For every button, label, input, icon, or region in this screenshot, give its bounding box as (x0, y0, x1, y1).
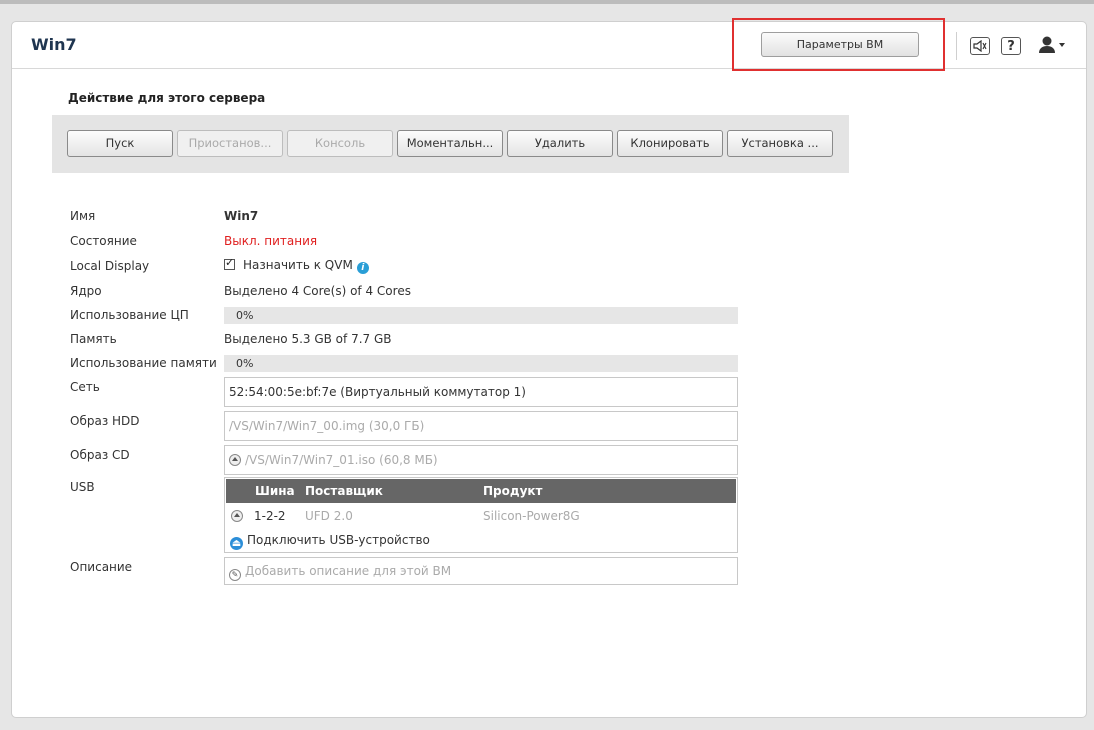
hdd-field[interactable]: /VS/Win7/Win7_00.img (30,0 ГБ) (224, 411, 738, 441)
connect-usb-link[interactable]: ⏏ Подключить USB-устройство (230, 529, 430, 551)
memory-value: Выделено 5.3 GB of 7.7 GB (224, 332, 392, 346)
network-field[interactable]: 52:54:00:5e:bf:7e (Виртуальный коммутато… (224, 377, 738, 407)
local-display-option: Назначить к QVMi (224, 256, 369, 274)
cd-field[interactable]: /VS/Win7/Win7_01.iso (60,8 МБ) (224, 445, 738, 475)
local-display-label: Local Display (70, 259, 150, 273)
help-icon[interactable]: ? (1001, 37, 1021, 55)
user-menu-icon[interactable] (1038, 35, 1068, 58)
usb-col-bus: Шина (255, 484, 295, 498)
eject-icon[interactable] (229, 454, 241, 466)
header-divider (956, 32, 957, 60)
speaker-icon[interactable] (970, 37, 990, 55)
suspend-button[interactable]: Приостанов... (177, 130, 283, 157)
console-button[interactable]: Консоль (287, 130, 393, 157)
assign-qvm-label: Назначить к QVM (243, 258, 353, 272)
memory-label: Память (70, 332, 117, 346)
hdd-label: Образ HDD (70, 414, 140, 428)
add-usb-icon: ⏏ (230, 537, 243, 550)
cd-value: /VS/Win7/Win7_01.iso (60,8 МБ) (245, 453, 438, 467)
install-button[interactable]: Установка ... (727, 130, 833, 157)
state-value: Выкл. питания (224, 234, 318, 248)
usb-vendor: UFD 2.0 (305, 509, 353, 523)
vm-title: Win7 (31, 35, 77, 54)
pencil-icon: ✎ (229, 569, 241, 581)
usb-table: Шина Поставщик Продукт 1-2-2 UFD 2.0 Sil… (224, 477, 738, 553)
usb-col-vendor: Поставщик (305, 484, 383, 498)
clone-button[interactable]: Клонировать (617, 130, 723, 157)
cpu-usage-bar: 0% (224, 307, 738, 324)
description-field[interactable]: ✎ Добавить описание для этой ВМ (224, 557, 738, 585)
name-value: Win7 (224, 209, 259, 223)
info-icon[interactable]: i (356, 262, 369, 274)
name-label: Имя (70, 209, 96, 223)
start-button[interactable]: Пуск (67, 130, 173, 157)
vm-settings-button[interactable]: Параметры ВМ (761, 32, 919, 57)
state-label: Состояние (70, 234, 137, 248)
connect-usb-label: Подключить USB-устройство (247, 533, 430, 547)
actions-title: Действие для этого сервера (68, 91, 266, 105)
vm-panel: Win7 Параметры ВМ ? Действие для этого с… (11, 18, 1087, 718)
network-label: Сеть (70, 380, 100, 394)
usb-col-product: Продукт (483, 484, 543, 498)
top-border (0, 0, 1094, 4)
action-toolbar: Пуск Приостанов... Консоль Моментальн...… (52, 115, 849, 173)
cd-label: Образ CD (70, 448, 130, 462)
mem-usage-label: Использование памяти (70, 356, 217, 370)
core-label: Ядро (70, 284, 102, 298)
usb-table-header: Шина Поставщик Продукт (226, 479, 736, 503)
description-label: Описание (70, 560, 133, 574)
eject-icon[interactable] (231, 510, 243, 522)
cpu-usage-label: Использование ЦП (70, 308, 189, 322)
assign-qvm-checkbox[interactable] (224, 256, 235, 270)
mem-usage-bar: 0% (224, 355, 738, 372)
panel-header: Win7 Параметры ВМ ? (12, 18, 1086, 71)
usb-product: Silicon-Power8G (483, 509, 580, 523)
delete-button[interactable]: Удалить (507, 130, 613, 157)
description-placeholder: Добавить описание для этой ВМ (245, 564, 452, 578)
snapshot-button[interactable]: Моментальн... (397, 130, 503, 157)
core-value: Выделено 4 Core(s) of 4 Cores (224, 284, 411, 298)
usb-label: USB (70, 480, 95, 494)
table-row: 1-2-2 UFD 2.0 Silicon-Power8G (226, 504, 736, 528)
usb-bus: 1-2-2 (254, 509, 286, 523)
